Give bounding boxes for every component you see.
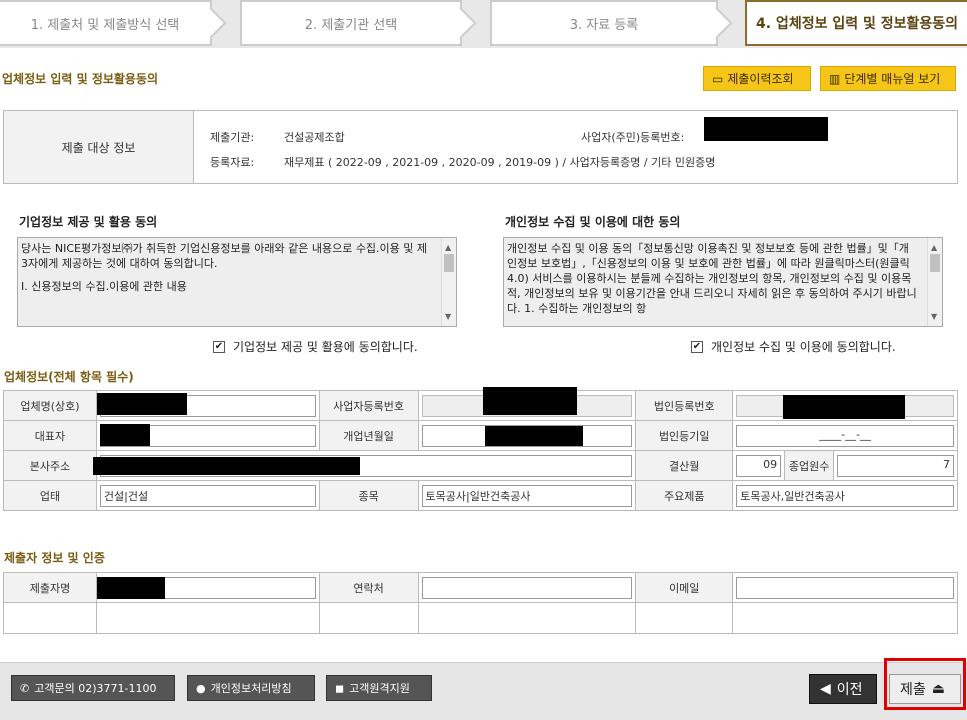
redacted-submitter-name	[96, 577, 165, 599]
company-info-table: 업체명(상호) 사업자등록번호 법인등록번호 대표자 개업년월일 법인등기일 _…	[3, 387, 958, 511]
fiscal-label: 결산월	[635, 450, 734, 481]
privacy-policy-button[interactable]: ● 개인정보처리방침	[187, 675, 315, 701]
company-section-title: 업체정보(전체 항목 필수)	[4, 370, 134, 384]
target-info-header: 제출 대상 정보	[4, 111, 194, 183]
corp-date-cell: ____-__-__	[732, 420, 958, 451]
corp-consent-scrollbar[interactable]: ▲ ▼	[441, 238, 456, 326]
contact-input[interactable]	[421, 577, 633, 599]
employees-cell: 7	[833, 450, 958, 481]
ceo-cell	[95, 420, 320, 451]
product-label: 주요제품	[635, 480, 734, 511]
submitter-name-label: 제출자명	[3, 572, 97, 603]
redacted-founded	[484, 426, 583, 446]
step-2: 2. 제출기관 선택	[240, 0, 477, 46]
corp-date-input[interactable]: ____-__-__	[736, 425, 954, 447]
founded-label: 개업년월일	[318, 420, 419, 451]
page-title: 업체정보 입력 및 정보활용동의	[2, 72, 159, 86]
bizno-label: 사업자(주민)등록번호:	[581, 131, 685, 144]
chat-bubble-icon: ◼	[335, 681, 345, 695]
address-label: 본사주소	[3, 450, 97, 481]
eject-icon: ⏏	[931, 681, 945, 697]
submit-button[interactable]: 제출 ⏏	[889, 674, 961, 704]
email-input[interactable]	[736, 577, 954, 599]
corp-consent-text[interactable]: 당사는 NICE평가정보㈜가 취득한 기업신용정보를 아래와 같은 내용으로 수…	[17, 237, 457, 327]
remote-support-button[interactable]: ◼ 고객원격지원	[326, 675, 432, 701]
redacted-ceo	[99, 424, 150, 446]
personal-consent-checkbox[interactable]: ✔ 개인정보 수집 및 이용에 동의합니다.	[691, 338, 896, 355]
target-info-panel: 제출 대상 정보 제출기관: 건설공제조합 사업자(주민)등록번호: 등록자료:…	[3, 110, 958, 184]
submitter-table: 제출자명 연락처 이메일	[3, 572, 958, 634]
contact-label: 연락처	[318, 572, 419, 603]
chart-icon: ▥	[829, 71, 841, 86]
company-name-label: 업체명(상호)	[3, 390, 97, 421]
docs-value: 재무제표 ( 2022-09 , 2021-09 , 2020-09 , 201…	[284, 156, 716, 169]
corpno-cell	[732, 390, 958, 421]
checkbox-checked-icon: ✔	[213, 340, 225, 353]
company-name-cell	[95, 390, 320, 421]
manual-button[interactable]: ▥ 단계별 매뉴얼 보기	[820, 66, 956, 91]
corpno-label: 법인등록번호	[635, 390, 734, 421]
address-cell	[92, 450, 637, 481]
personal-consent-text[interactable]: 개인정보 수집 및 이용 동의「정보통신망 이용촉진 및 정보보호 등에 관한 …	[503, 237, 943, 327]
item-cell: 토목공사|일반건축공사	[417, 480, 637, 511]
step-1: 1. 제출처 및 제출방식 선택	[0, 0, 227, 46]
step-4-label: 4. 업체정보 입력 및 정보활용동의	[756, 16, 958, 32]
product-input[interactable]: 토목공사,일반건축공사	[736, 485, 954, 507]
phone-icon: ✆	[20, 681, 30, 695]
docs-label: 등록자료:	[210, 156, 255, 169]
bizno-field-label: 사업자등록번호	[318, 390, 419, 421]
biztype-input[interactable]: 건설|건설	[99, 485, 316, 507]
prev-button[interactable]: ◀ 이전	[809, 674, 877, 704]
step-1-label: 1. 제출처 및 제출방식 선택	[30, 17, 180, 33]
item-input[interactable]: 토목공사|일반건축공사	[421, 485, 633, 507]
biztype-cell: 건설|건설	[95, 480, 320, 511]
step-3: 3. 자료 등록	[490, 0, 733, 46]
contact-cell	[417, 572, 637, 603]
ceo-label: 대표자	[3, 420, 97, 451]
biztype-label: 업태	[3, 480, 97, 511]
agency-value: 건설공제조합	[284, 131, 345, 144]
step-3-label: 3. 자료 등록	[569, 17, 639, 33]
agency-label: 제출기관:	[210, 131, 255, 144]
corp-consent-title: 기업정보 제공 및 활용 동의	[19, 215, 158, 229]
submitter-section-title: 제출자 정보 및 인증	[4, 551, 105, 565]
customer-inquiry-button[interactable]: ✆ 고객문의 02)3771-1100	[11, 675, 175, 701]
personal-consent-title: 개인정보 수집 및 이용에 대한 동의	[505, 215, 681, 229]
corp-date-label: 법인등기일	[635, 420, 734, 451]
email-cell	[732, 572, 958, 603]
fiscal-input[interactable]: 09	[736, 455, 782, 477]
submit-history-button[interactable]: ▭ 제출이력조회	[703, 66, 811, 91]
redacted-corpno	[783, 395, 906, 419]
footer-bar: ✆ 고객문의 02)3771-1100 ● 개인정보처리방침 ◼ 고객원격지원 …	[0, 658, 967, 720]
redacted-company-name	[96, 393, 187, 415]
step-progress-bar: 1. 제출처 및 제출방식 선택 2. 제출기관 선택 3. 자료 등록 4. …	[0, 0, 967, 48]
step-4-active: 4. 업체정보 입력 및 정보활용동의	[745, 0, 967, 46]
corp-consent-checkbox[interactable]: ✔ 기업정보 제공 및 활용에 동의합니다.	[213, 338, 418, 355]
redacted-bizno-field	[482, 387, 577, 415]
redacted-bizno	[704, 117, 828, 141]
product-cell: 토목공사,일반건축공사	[732, 480, 958, 511]
bizno-cell	[417, 387, 637, 421]
monitor-icon: ▭	[712, 71, 724, 86]
founded-cell	[417, 420, 637, 451]
item-label: 종목	[318, 480, 419, 511]
person-icon: ●	[196, 681, 206, 695]
redacted-address	[92, 457, 360, 475]
fiscal-cell: 09	[732, 450, 786, 481]
email-label: 이메일	[635, 572, 734, 603]
arrow-left-icon: ◀	[820, 681, 831, 697]
checkbox-checked-icon: ✔	[691, 340, 703, 353]
submitter-name-cell	[95, 572, 320, 603]
employees-input[interactable]: 7	[837, 455, 954, 477]
personal-consent-scrollbar[interactable]: ▲ ▼	[927, 238, 942, 326]
step-2-label: 2. 제출기관 선택	[304, 17, 398, 33]
employees-label: 종업원수	[784, 450, 835, 481]
